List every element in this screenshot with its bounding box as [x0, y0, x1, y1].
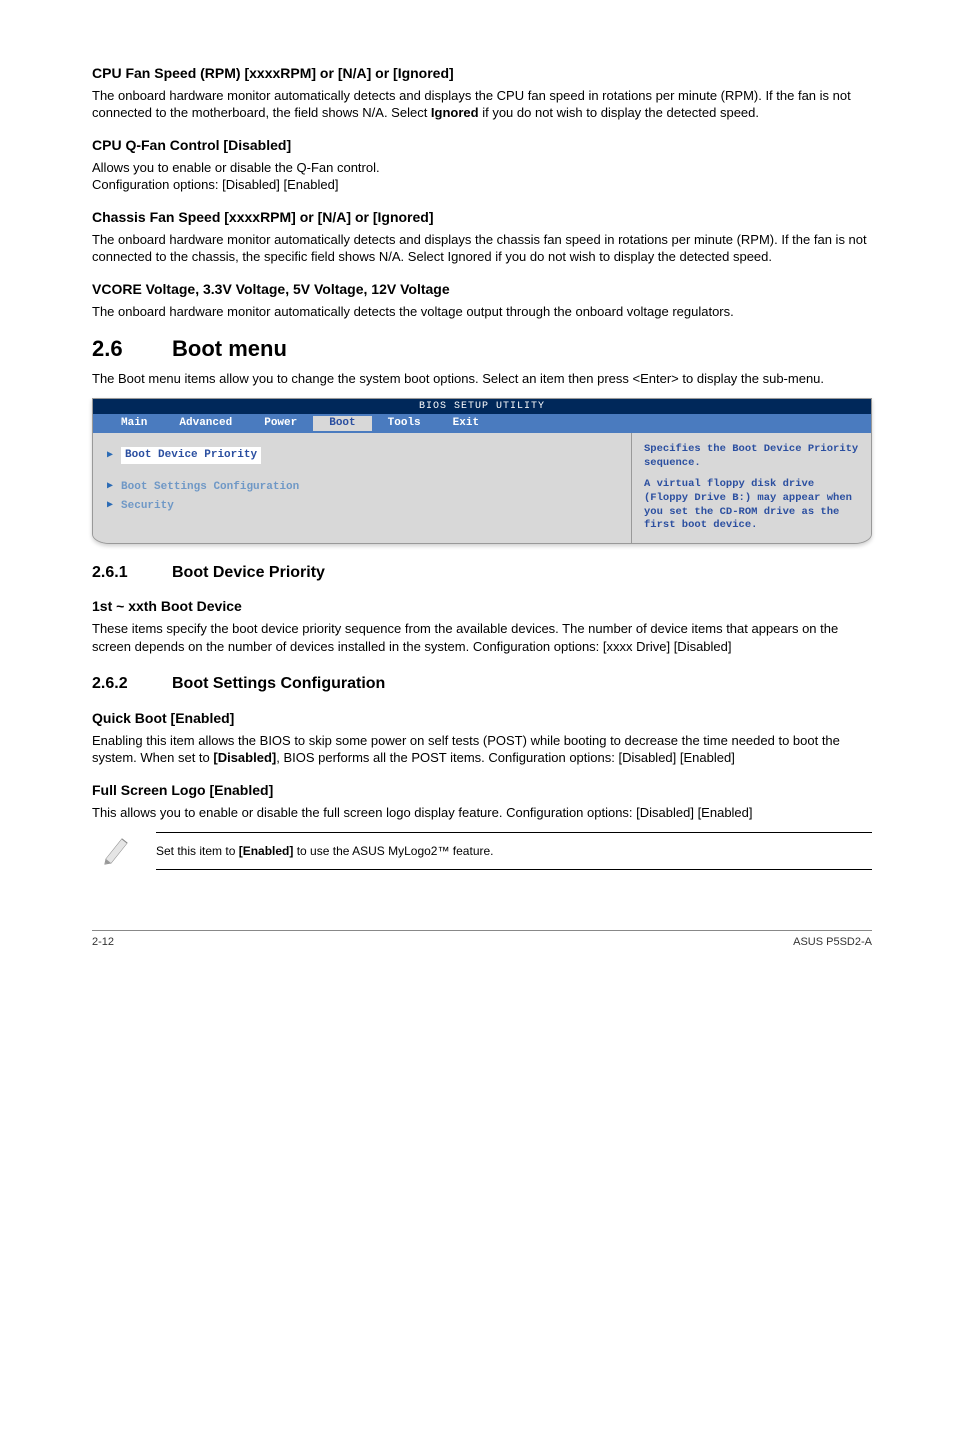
- bios-menu-main: Main: [105, 416, 163, 431]
- paragraph: This allows you to enable or disable the…: [92, 804, 872, 822]
- text: Allows you to enable or disable the Q-Fa…: [92, 160, 380, 175]
- subsection-heading-boot-settings-config: 2.6.2Boot Settings Configuration: [92, 673, 872, 695]
- section-number: 2.6: [92, 334, 172, 364]
- bios-title: BIOS SETUP UTILITY: [93, 399, 871, 415]
- bios-help-text: A virtual floppy disk drive (Floppy Driv…: [644, 478, 859, 533]
- note-text: Set this item to [Enabled] to use the AS…: [156, 832, 872, 870]
- bios-menu-tools: Tools: [372, 416, 437, 431]
- bios-menu-exit: Exit: [437, 416, 495, 431]
- section-number: 2.6.2: [92, 673, 172, 695]
- bios-item-label: Boot Settings Configuration: [121, 480, 299, 495]
- bios-help-text: Specifies the Boot Device Priority seque…: [644, 443, 859, 470]
- heading-cpu-fan-speed: CPU Fan Speed (RPM) [xxxxRPM] or [N/A] o…: [92, 64, 872, 83]
- heading-full-screen-logo: Full Screen Logo [Enabled]: [92, 781, 872, 800]
- bios-menu-power: Power: [248, 416, 313, 431]
- text-bold: Ignored: [431, 105, 479, 120]
- bios-item-label: Boot Device Priority: [121, 447, 261, 464]
- triangle-icon: ▶: [107, 499, 113, 513]
- triangle-icon: ▶: [107, 449, 113, 463]
- page-number: 2-12: [92, 935, 114, 950]
- section-number: 2.6.1: [92, 562, 172, 584]
- bios-body: ▶ Boot Device Priority ▶ Boot Settings C…: [93, 433, 871, 543]
- bios-item-label: Security: [121, 499, 174, 514]
- footer-product: ASUS P5SD2-A: [793, 935, 872, 950]
- heading-1st-boot-device: 1st ~ xxth Boot Device: [92, 597, 872, 616]
- text: to use the ASUS MyLogo2™ feature.: [293, 844, 493, 858]
- bios-help-pane: Specifies the Boot Device Priority seque…: [631, 433, 871, 543]
- paragraph: Enabling this item allows the BIOS to sk…: [92, 732, 872, 767]
- bios-item-boot-settings-config: ▶ Boot Settings Configuration: [107, 480, 617, 495]
- note-icon-column: [92, 831, 142, 870]
- text: if you do not wish to display the detect…: [479, 105, 759, 120]
- section-heading-boot-menu: 2.6Boot menu: [92, 334, 872, 364]
- text-bold: [Disabled]: [213, 750, 276, 765]
- section-title: Boot Device Priority: [172, 564, 325, 581]
- paragraph: The Boot menu items allow you to change …: [92, 370, 872, 388]
- subsection-heading-boot-device-priority: 2.6.1Boot Device Priority: [92, 562, 872, 584]
- bios-menu-advanced: Advanced: [163, 416, 248, 431]
- heading-cpu-qfan: CPU Q-Fan Control [Disabled]: [92, 136, 872, 155]
- text: Configuration options: [Disabled] [Enabl…: [92, 177, 338, 192]
- heading-vcore: VCORE Voltage, 3.3V Voltage, 5V Voltage,…: [92, 280, 872, 299]
- section-title: Boot Settings Configuration: [172, 675, 385, 692]
- bios-screenshot: BIOS SETUP UTILITY Main Advanced Power B…: [92, 398, 872, 544]
- section-title: Boot menu: [172, 336, 287, 361]
- bios-item-security: ▶ Security: [107, 499, 617, 514]
- pencil-icon: [100, 831, 134, 865]
- paragraph: The onboard hardware monitor automatical…: [92, 231, 872, 266]
- text-bold: [Enabled]: [239, 844, 294, 858]
- note-box: Set this item to [Enabled] to use the AS…: [92, 831, 872, 870]
- paragraph: The onboard hardware monitor automatical…: [92, 87, 872, 122]
- paragraph: The onboard hardware monitor automatical…: [92, 303, 872, 321]
- text: Set this item to: [156, 844, 239, 858]
- page-footer: 2-12 ASUS P5SD2-A: [92, 930, 872, 950]
- paragraph: These items specify the boot device prio…: [92, 620, 872, 655]
- heading-chassis-fan: Chassis Fan Speed [xxxxRPM] or [N/A] or …: [92, 208, 872, 227]
- heading-quick-boot: Quick Boot [Enabled]: [92, 709, 872, 728]
- text: , BIOS performs all the POST items. Conf…: [276, 750, 735, 765]
- bios-left-pane: ▶ Boot Device Priority ▶ Boot Settings C…: [93, 433, 631, 543]
- paragraph: Allows you to enable or disable the Q-Fa…: [92, 159, 872, 194]
- bios-menubar: Main Advanced Power Boot Tools Exit: [93, 414, 871, 433]
- bios-item-boot-device-priority: ▶ Boot Device Priority: [107, 447, 617, 464]
- bios-menu-boot: Boot: [313, 416, 371, 431]
- triangle-icon: ▶: [107, 480, 113, 494]
